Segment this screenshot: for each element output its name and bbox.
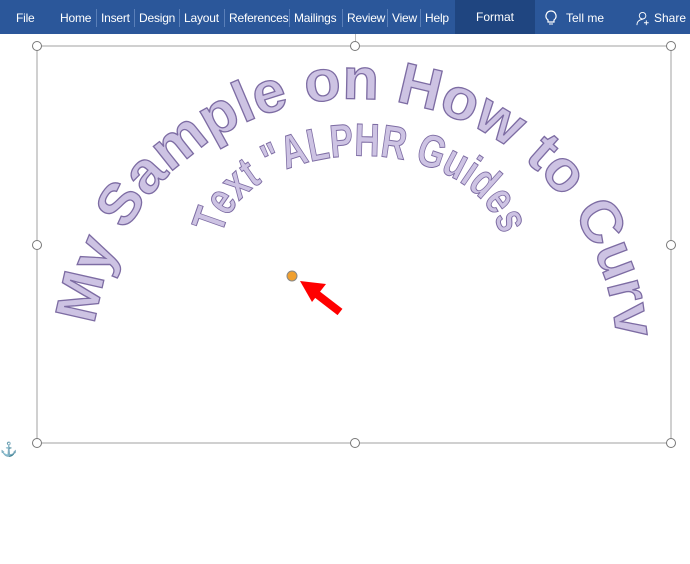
red-arrow-icon: [300, 281, 343, 316]
wordart-canvas: My Sample on How to Curve Text "ALPHR Gu…: [0, 0, 676, 448]
anchor-icon[interactable]: ⚓: [0, 441, 17, 458]
outer-curved-text[interactable]: My Sample on How to Curve: [0, 0, 669, 341]
curve-adjust-handle[interactable]: [286, 270, 298, 282]
